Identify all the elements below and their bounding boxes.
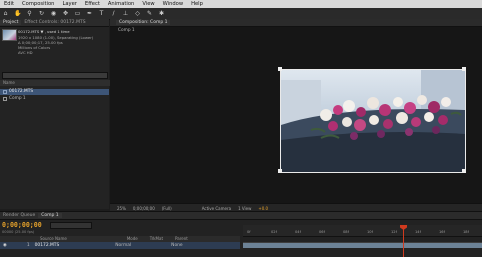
composition-icon: [3, 97, 7, 101]
menu-edit[interactable]: Edit: [0, 1, 18, 7]
footage-icon: [3, 90, 7, 94]
project-panel: Project Effect Controls: 00172.MTS 00172…: [0, 19, 112, 229]
camera-icon[interactable]: ◉: [50, 10, 57, 17]
camera-dropdown[interactable]: Active Camera: [202, 206, 231, 211]
footage-thumbnail: [2, 29, 17, 41]
timeline-search-input[interactable]: [50, 222, 92, 229]
ruler-tick-label: 10f: [367, 230, 373, 234]
text-icon[interactable]: T: [98, 10, 105, 17]
footage-info-line: AVC HD: [18, 50, 33, 55]
ruler-tick-label: 08f: [343, 230, 349, 234]
tab-effect-controls[interactable]: Effect Controls: 00172.MTS: [21, 20, 88, 25]
resolution-dropdown[interactable]: (Full): [162, 206, 172, 211]
project-tabbar: Project Effect Controls: 00172.MTS: [0, 19, 109, 27]
menu-composition[interactable]: Composition: [18, 1, 58, 7]
frame-handle[interactable]: [278, 169, 282, 173]
time-ruler[interactable]: 0f 02f 04f 06f 08f 10f 12f 14f 16f 18f: [243, 225, 482, 237]
zoom-icon[interactable]: ⚲: [26, 10, 33, 17]
tab-render-queue[interactable]: Render Queue: [0, 213, 38, 218]
project-search-input[interactable]: [2, 72, 108, 79]
wedding-car-flowers-image: [281, 70, 465, 172]
project-item[interactable]: 00172.MTS: [0, 89, 109, 95]
composition-breadcrumb[interactable]: Comp 1: [118, 28, 135, 33]
footage-name: 00172.MTS ▼ , used 1 time: [18, 29, 70, 34]
pan-icon[interactable]: ✥: [62, 10, 69, 17]
ruler-tick-label: 12f: [391, 230, 397, 234]
clone-stamp-icon[interactable]: ⊥: [122, 10, 129, 17]
timeline-timecode[interactable]: 0;00;00;00: [2, 221, 42, 229]
zoom-dropdown[interactable]: 25%: [117, 206, 126, 211]
menu-layer[interactable]: Layer: [58, 1, 80, 7]
ruler-tick-label: 06f: [319, 230, 325, 234]
frame-handle[interactable]: [462, 169, 466, 173]
home-icon[interactable]: ⌂: [2, 10, 9, 17]
rotate-icon[interactable]: ↻: [38, 10, 45, 17]
pen-icon[interactable]: ✒: [86, 10, 93, 17]
ruler-tick-label: 02f: [271, 230, 277, 234]
viewer-timecode[interactable]: 0;00;00;00: [133, 206, 155, 211]
ruler-tick-label: 0f: [247, 230, 251, 234]
frame-handle[interactable]: [278, 67, 282, 71]
layer-parent-dropdown[interactable]: None: [171, 242, 182, 249]
ruler-tick-label: 16f: [439, 230, 445, 234]
tab-timeline-comp[interactable]: Comp 1: [38, 213, 62, 218]
menu-bar: Edit Composition Layer Effect Animation …: [0, 0, 482, 8]
ruler-tick-label: 04f: [295, 230, 301, 234]
layer-duration-bar[interactable]: [243, 243, 482, 248]
roto-brush-icon[interactable]: ✎: [146, 10, 153, 17]
timeline-tracks: [243, 242, 482, 257]
composition-tabbar: Composition: Comp 1: [110, 19, 482, 27]
layer-mode-dropdown[interactable]: Normal: [115, 242, 131, 249]
menu-effect[interactable]: Effect: [81, 1, 104, 7]
frame-handle[interactable]: [462, 67, 466, 71]
layer-number: 1: [26, 243, 30, 248]
timeline-panel: Render Queue Comp 1 0;00;00;00 00000 (25…: [0, 211, 482, 257]
menu-animation[interactable]: Animation: [104, 1, 138, 7]
composition-panel: Composition: Comp 1 Comp 1 25% 0;00;00;0…: [110, 19, 482, 212]
hand-icon[interactable]: ✋: [14, 10, 21, 17]
timeline-tabbar: Render Queue Comp 1: [0, 212, 482, 220]
rectangle-mask-icon[interactable]: ▭: [74, 10, 81, 17]
tab-composition[interactable]: Composition: Comp 1: [116, 20, 171, 25]
eye-icon[interactable]: ◉: [3, 242, 7, 249]
views-dropdown[interactable]: 1 View: [238, 206, 251, 211]
layer-name[interactable]: 00172.MTS: [35, 242, 60, 249]
composition-frame-image[interactable]: [280, 69, 466, 173]
ruler-tick-label: 18f: [463, 230, 469, 234]
menu-help[interactable]: Help: [187, 1, 207, 7]
ruler-tick-label: 14f: [415, 230, 421, 234]
exposure-value[interactable]: +0.0: [258, 206, 268, 211]
project-item-label: 00172.MTS: [9, 89, 34, 94]
menu-view[interactable]: View: [138, 1, 158, 7]
project-column-header[interactable]: Name: [0, 80, 112, 86]
project-item[interactable]: Comp 1: [0, 96, 109, 102]
current-time-indicator[interactable]: [403, 225, 404, 257]
tab-project[interactable]: Project: [0, 20, 22, 25]
project-item-label: Comp 1: [9, 96, 26, 101]
brush-icon[interactable]: ∕: [110, 10, 117, 17]
menu-window[interactable]: Window: [159, 1, 187, 7]
puppet-pin-icon[interactable]: ✱: [158, 10, 165, 17]
eraser-icon[interactable]: ◇: [134, 10, 141, 17]
timeline-frame-label: 00000 (25.00 fps): [2, 230, 35, 234]
timeline-layer-row[interactable]: ◉ 1 00172.MTS Normal None: [0, 242, 240, 249]
